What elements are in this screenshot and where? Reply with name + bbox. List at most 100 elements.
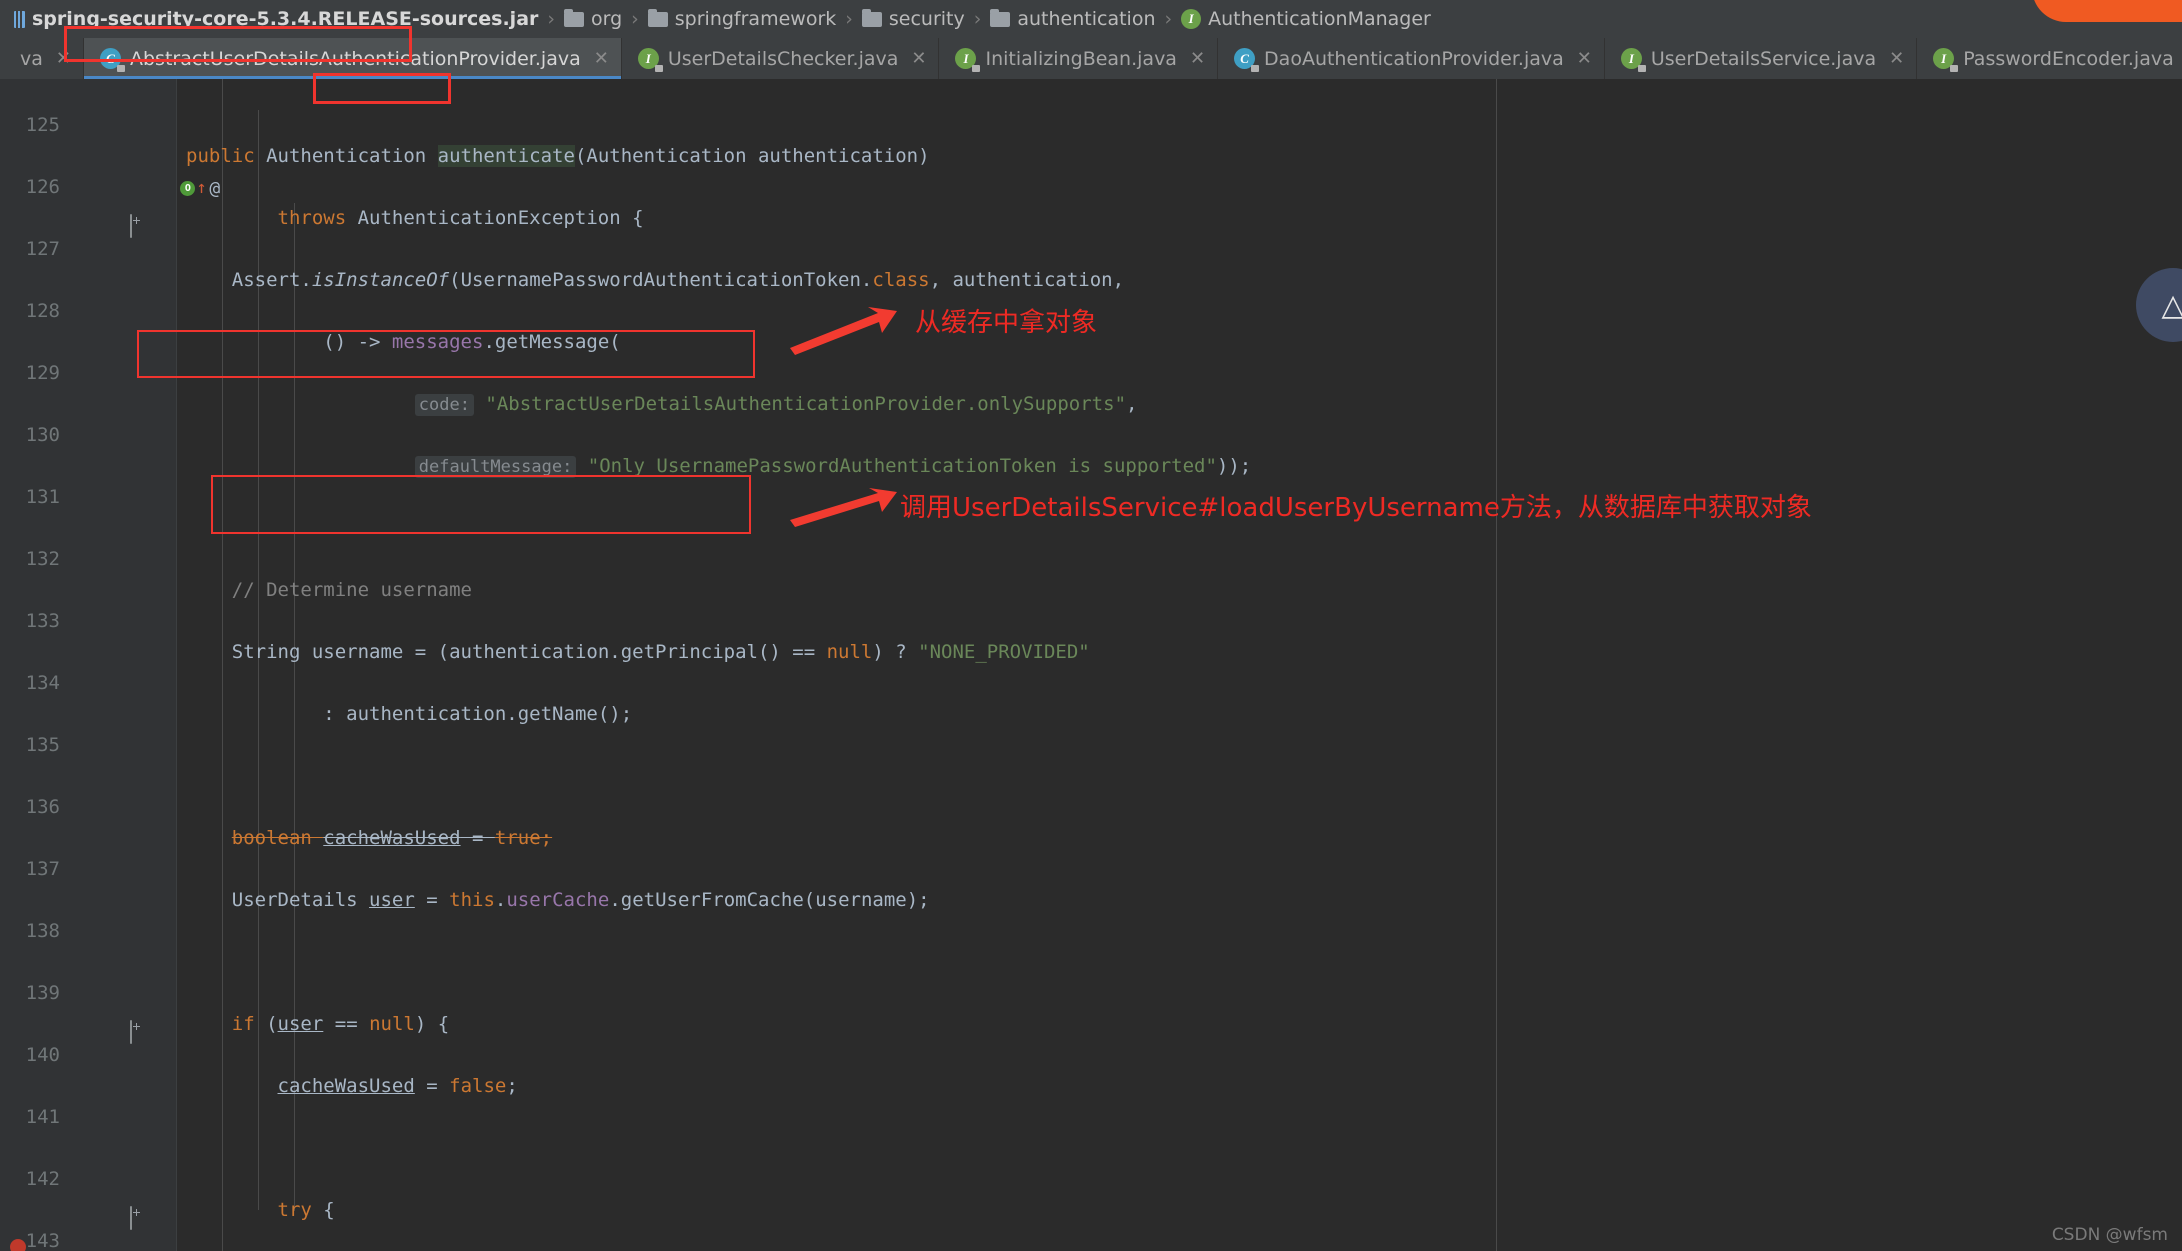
breadcrumb-label: AuthenticationManager: [1208, 8, 1431, 30]
code-line[interactable]: 135 : authentication.getName();: [0, 699, 2182, 756]
line-number: 127: [25, 238, 60, 260]
breadcrumb-separator: ›: [1164, 8, 1173, 30]
code-line[interactable]: 138 UserDetails user = this.userCache.ge…: [0, 885, 2182, 942]
breadcrumb-separator: ›: [631, 8, 639, 30]
code-text: boolean cacheWasUsed = true;: [231, 827, 553, 849]
tab-label: InitializingBean.java: [985, 47, 1177, 70]
line-number: 128: [25, 300, 60, 322]
fold-toggle-icon[interactable]: [130, 211, 145, 238]
interface-icon: I: [1620, 48, 1646, 72]
code-line[interactable]: 141 cacheWasUsed = false;: [0, 1071, 2182, 1128]
watermark: CSDN @wfsm: [2051, 1225, 2168, 1245]
parameter-hint: defaultMessage:: [414, 456, 577, 478]
code-line[interactable]: 142: [0, 1133, 2182, 1190]
breadcrumb-label: authentication: [1017, 8, 1156, 30]
code-text: Assert.isInstanceOf(UsernamePasswordAuth…: [231, 269, 1125, 291]
fold-toggle-icon[interactable]: [130, 1017, 145, 1044]
tab-userdetailsservice[interactable]: I UserDetailsService.java ✕: [1605, 38, 1918, 79]
breadcrumb-separator: ›: [547, 8, 555, 30]
tab-userdetailschecker[interactable]: I UserDetailsChecker.java ✕: [622, 38, 940, 79]
code-text: String username = (authentication.getPri…: [231, 641, 1090, 663]
breadcrumb-item-authenticationmanager[interactable]: I AuthenticationManager: [1181, 8, 1431, 30]
breadcrumb-item-security[interactable]: security: [861, 8, 965, 30]
tab-abstractuserdetailsauthenticationprovider[interactable]: C AbstractUserDetailsAuthenticationProvi…: [83, 38, 622, 79]
code-text: UserDetails user = this.userCache.getUse…: [231, 889, 930, 911]
code-line[interactable]: 136: [0, 761, 2182, 818]
close-icon[interactable]: ✕: [56, 48, 71, 69]
code-line[interactable]: 134 String username = (authentication.ge…: [0, 637, 2182, 694]
tab-label: va: [20, 47, 43, 70]
folder-icon: [990, 8, 1011, 27]
code-line[interactable]: 143 try {: [0, 1195, 2182, 1251]
fold-toggle-icon[interactable]: [130, 1203, 145, 1230]
editor-tabs: va ✕ C AbstractUserDetailsAuthentication…: [0, 38, 2182, 79]
line-number: 134: [25, 672, 60, 694]
close-icon[interactable]: ✕: [594, 48, 609, 69]
code-text: public Authentication authenticate(Authe…: [186, 145, 930, 167]
tab-partial-left[interactable]: va ✕: [0, 38, 84, 79]
code-line[interactable]: 126 O ↑ @ public Authentication authentica…: [0, 141, 2182, 199]
code-editor[interactable]: 125 126 O ↑ @ public Authentication authen…: [0, 79, 2182, 1251]
line-number: 126: [25, 176, 60, 198]
code-line[interactable]: 139: [0, 947, 2182, 1004]
line-number: 142: [25, 1168, 60, 1190]
tab-label: UserDetailsService.java: [1650, 47, 1877, 70]
code-text: cacheWasUsed = false;: [277, 1075, 518, 1097]
code-line[interactable]: 137 boolean cacheWasUsed = true;: [0, 823, 2182, 880]
code-line[interactable]: 131 defaultMessage: "Only UsernamePasswo…: [0, 451, 2182, 508]
close-icon[interactable]: ✕: [1577, 48, 1592, 69]
code-line[interactable]: 130 code: "AbstractUserDetailsAuthentica…: [0, 389, 2182, 446]
tab-label: DaoAuthenticationProvider.java: [1264, 47, 1564, 70]
code-text: () -> messages.getMessage(: [323, 331, 621, 353]
breadcrumb-item-authentication[interactable]: authentication: [990, 8, 1155, 30]
breadcrumb-label: security: [888, 8, 965, 30]
tab-daoauthenticationprovider[interactable]: C DaoAuthenticationProvider.java ✕: [1218, 38, 1605, 79]
annotation-cache-note: 从缓存中拿对象: [915, 308, 1098, 338]
line-number: 137: [25, 858, 60, 880]
folder-icon: [861, 8, 882, 27]
code-lines[interactable]: 125 126 O ↑ @ public Authentication authen…: [0, 79, 2182, 1251]
jar-icon: [14, 10, 25, 28]
breakpoint-icon[interactable]: [10, 1239, 26, 1251]
line-number: 133: [25, 610, 60, 632]
line-number: 136: [25, 796, 60, 818]
interface-icon: I: [1933, 48, 1959, 72]
close-icon[interactable]: ✕: [1889, 48, 1904, 69]
code-line[interactable]: 127 throws AuthenticationException {: [0, 203, 2182, 260]
line-number: 143: [25, 1230, 60, 1251]
breadcrumb-item-jar[interactable]: spring-security-core-5.3.4.RELEASE-sourc…: [14, 8, 538, 30]
right-margin-guide: [1496, 79, 1497, 1251]
line-number: 140: [25, 1044, 60, 1066]
class-icon: C: [99, 48, 125, 72]
breadcrumb-label: spring-security-core-5.3.4.RELEASE-sourc…: [32, 8, 539, 30]
line-number: 130: [25, 424, 60, 446]
line-number: 138: [25, 920, 60, 942]
code-line[interactable]: 140 if (user == null) {: [0, 1009, 2182, 1066]
notification-blob: [2032, 0, 2182, 22]
folder-icon: [564, 8, 584, 27]
parameter-hint: code:: [414, 394, 474, 416]
code-line[interactable]: 133 // Determine username: [0, 575, 2182, 632]
ide-window: spring-security-core-5.3.4.RELEASE-sourc…: [0, 0, 2182, 1251]
tab-passwordencoder[interactable]: I PasswordEncoder.java ✕: [1917, 38, 2182, 79]
breadcrumb-item-org[interactable]: org: [564, 8, 622, 30]
annotation-retrieve-note: 调用UserDetailsService#loadUserByUsername方…: [900, 493, 1812, 523]
code-text: if (user == null) {: [231, 1013, 450, 1035]
close-icon[interactable]: ✕: [1190, 48, 1205, 69]
code-line[interactable]: 128 Assert.isInstanceOf(UsernamePassword…: [0, 265, 2182, 322]
line-number: 125: [25, 114, 60, 136]
breadcrumb-label: springframework: [674, 8, 837, 30]
code-text: : authentication.getName();: [323, 703, 633, 725]
code-text: throws AuthenticationException {: [277, 207, 644, 229]
tab-initializingbean[interactable]: I InitializingBean.java ✕: [939, 38, 1219, 79]
code-line[interactable]: 125: [0, 79, 2182, 136]
code-text: // Determine username: [231, 579, 472, 601]
line-number: 131: [25, 486, 60, 508]
breadcrumb-separator: ›: [845, 8, 853, 30]
breadcrumb-item-springframework[interactable]: springframework: [647, 8, 837, 30]
close-icon[interactable]: ✕: [911, 48, 926, 69]
breadcrumb-separator: ›: [973, 8, 982, 30]
tab-label: PasswordEncoder.java: [1963, 47, 2174, 70]
breadcrumb-label: org: [591, 8, 623, 30]
interface-icon: I: [637, 48, 663, 72]
